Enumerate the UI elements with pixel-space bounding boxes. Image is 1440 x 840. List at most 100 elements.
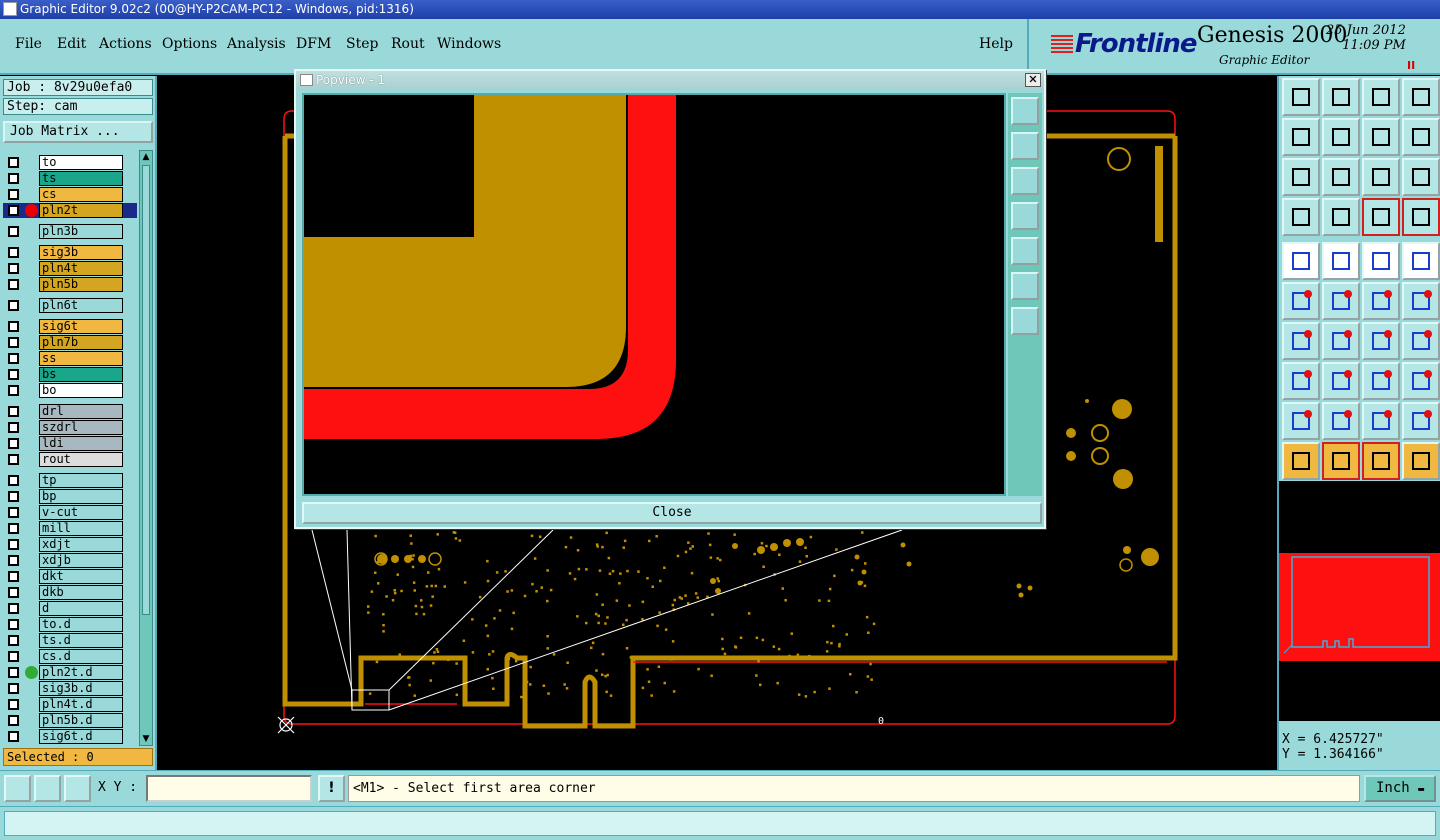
arc-icon[interactable]	[1362, 322, 1400, 360]
layer-checkbox[interactable]	[8, 263, 19, 274]
layer-name[interactable]: sig6t	[39, 319, 123, 334]
step-icon[interactable]	[1402, 118, 1440, 156]
popview-zoom-out-icon[interactable]	[1011, 307, 1039, 335]
layer-name[interactable]: sig3b	[39, 245, 123, 260]
layer-row[interactable]: to	[3, 155, 137, 170]
menu-rout[interactable]: Rout	[391, 36, 425, 52]
layer-checkbox[interactable]	[8, 438, 19, 449]
layer-name[interactable]: d	[39, 601, 123, 616]
layer-row[interactable]: tp	[3, 473, 137, 488]
home-icon[interactable]	[1362, 78, 1400, 116]
select-pad-icon[interactable]	[1282, 242, 1320, 280]
layer-row[interactable]: xdjt	[3, 537, 137, 552]
menu-analysis[interactable]: Analysis	[227, 36, 286, 52]
add-feature-icon[interactable]	[1362, 282, 1400, 320]
layer-checkbox[interactable]	[8, 353, 19, 364]
layer-checkbox[interactable]	[8, 731, 19, 742]
layer-checkbox[interactable]	[8, 422, 19, 433]
zoom-fit-icon[interactable]	[1282, 158, 1320, 196]
query-icon[interactable]	[1402, 158, 1440, 196]
layer-checkbox[interactable]	[8, 173, 19, 184]
layer-name[interactable]: cs.d	[39, 649, 123, 664]
group-icon[interactable]	[1402, 362, 1440, 400]
layer-row[interactable]: xdjb	[3, 553, 137, 568]
layer-name[interactable]: sig6t.d	[39, 729, 123, 744]
layer-name[interactable]: dkb	[39, 585, 123, 600]
menu-windows[interactable]: Windows	[437, 36, 501, 52]
layer-name[interactable]: xdjb	[39, 553, 123, 568]
layer-name[interactable]: bo	[39, 383, 123, 398]
triangle-arch-icon[interactable]	[1362, 402, 1400, 440]
layer-name[interactable]: ts.d	[39, 633, 123, 648]
text-icon[interactable]	[1402, 322, 1440, 360]
layer-row[interactable]: drl	[3, 404, 137, 419]
move-icon[interactable]	[1282, 362, 1320, 400]
layer-name[interactable]: drl	[39, 404, 123, 419]
grid-snap-icon[interactable]	[64, 775, 91, 802]
menu-dfm[interactable]: DFM	[296, 36, 331, 52]
menu-edit[interactable]: Edit	[57, 36, 86, 52]
layer-row[interactable]: d	[3, 601, 137, 616]
menu-options[interactable]: Options	[162, 36, 217, 52]
grid-icon[interactable]	[1322, 198, 1360, 236]
close-icon[interactable]: ✕	[1025, 73, 1041, 87]
layer-checkbox[interactable]	[8, 683, 19, 694]
layer-row[interactable]: pln7b	[3, 335, 137, 350]
cut-icon[interactable]	[1322, 362, 1360, 400]
ruler-icon[interactable]	[1362, 242, 1400, 280]
menu-actions[interactable]: Actions	[99, 36, 152, 52]
layer-row[interactable]: bp	[3, 489, 137, 504]
open-icon[interactable]	[1282, 78, 1320, 116]
swap-icon[interactable]	[1362, 118, 1400, 156]
layer-checkbox[interactable]	[8, 475, 19, 486]
layer-row[interactable]: pln4t	[3, 261, 137, 276]
layer-row[interactable]: pln2t.d	[3, 665, 137, 680]
dimension-icon[interactable]	[1362, 362, 1400, 400]
layer-name[interactable]: pln4t	[39, 261, 123, 276]
layer-row[interactable]: ss	[3, 351, 137, 366]
next-icon[interactable]	[1322, 118, 1360, 156]
layer-row[interactable]: pln5b	[3, 277, 137, 292]
connect-icon[interactable]	[1282, 282, 1320, 320]
layer-name[interactable]: v-cut	[39, 505, 123, 520]
triangle-blue-icon[interactable]	[1322, 402, 1360, 440]
layer-checkbox[interactable]	[8, 226, 19, 237]
angle-icon[interactable]	[1282, 322, 1320, 360]
triangle-icon[interactable]	[1282, 402, 1320, 440]
layer-scrollbar[interactable]: ▲ ▼	[139, 150, 153, 746]
circle-icon[interactable]	[1402, 242, 1440, 280]
scroll-thumb[interactable]	[142, 165, 150, 615]
popview-fit-icon[interactable]	[1011, 272, 1039, 300]
pointer-icon[interactable]	[1282, 442, 1320, 480]
layer-checkbox[interactable]	[8, 454, 19, 465]
layer-row[interactable]: pln6t	[3, 298, 137, 313]
layer-name[interactable]: pln5b.d	[39, 713, 123, 728]
layer-checkbox[interactable]	[8, 300, 19, 311]
layer-checkbox[interactable]	[8, 571, 19, 582]
layer-checkbox[interactable]	[8, 205, 19, 216]
layer-checkbox[interactable]	[8, 279, 19, 290]
layer-row[interactable]: pln4t.d	[3, 697, 137, 712]
layer-checkbox[interactable]	[8, 667, 19, 678]
layer-checkbox[interactable]	[8, 635, 19, 646]
layer-row[interactable]: sig6t.d	[3, 729, 137, 744]
edit-feature-icon[interactable]	[1402, 282, 1440, 320]
layer-row[interactable]: to.d	[3, 617, 137, 632]
layer-row[interactable]: dkb	[3, 585, 137, 600]
layer-name[interactable]: pln4t.d	[39, 697, 123, 712]
scale-icon[interactable]	[1362, 158, 1400, 196]
popview-pan-down-icon[interactable]	[1011, 167, 1039, 195]
line-icon[interactable]	[1322, 322, 1360, 360]
menu-help[interactable]: Help	[979, 36, 1013, 52]
layer-row[interactable]: mill	[3, 521, 137, 536]
layer-name[interactable]: bp	[39, 489, 123, 504]
menu-step[interactable]: Step	[346, 36, 378, 52]
layer-checkbox[interactable]	[8, 555, 19, 566]
layer-name[interactable]: to.d	[39, 617, 123, 632]
layer-checkbox[interactable]	[8, 189, 19, 200]
pointer-frame-icon[interactable]	[1362, 442, 1400, 480]
scroll-up-icon[interactable]: ▲	[141, 152, 151, 162]
xy-input[interactable]	[146, 775, 312, 802]
layer-row[interactable]: sig6t	[3, 319, 137, 334]
snap-icon[interactable]	[1322, 282, 1360, 320]
